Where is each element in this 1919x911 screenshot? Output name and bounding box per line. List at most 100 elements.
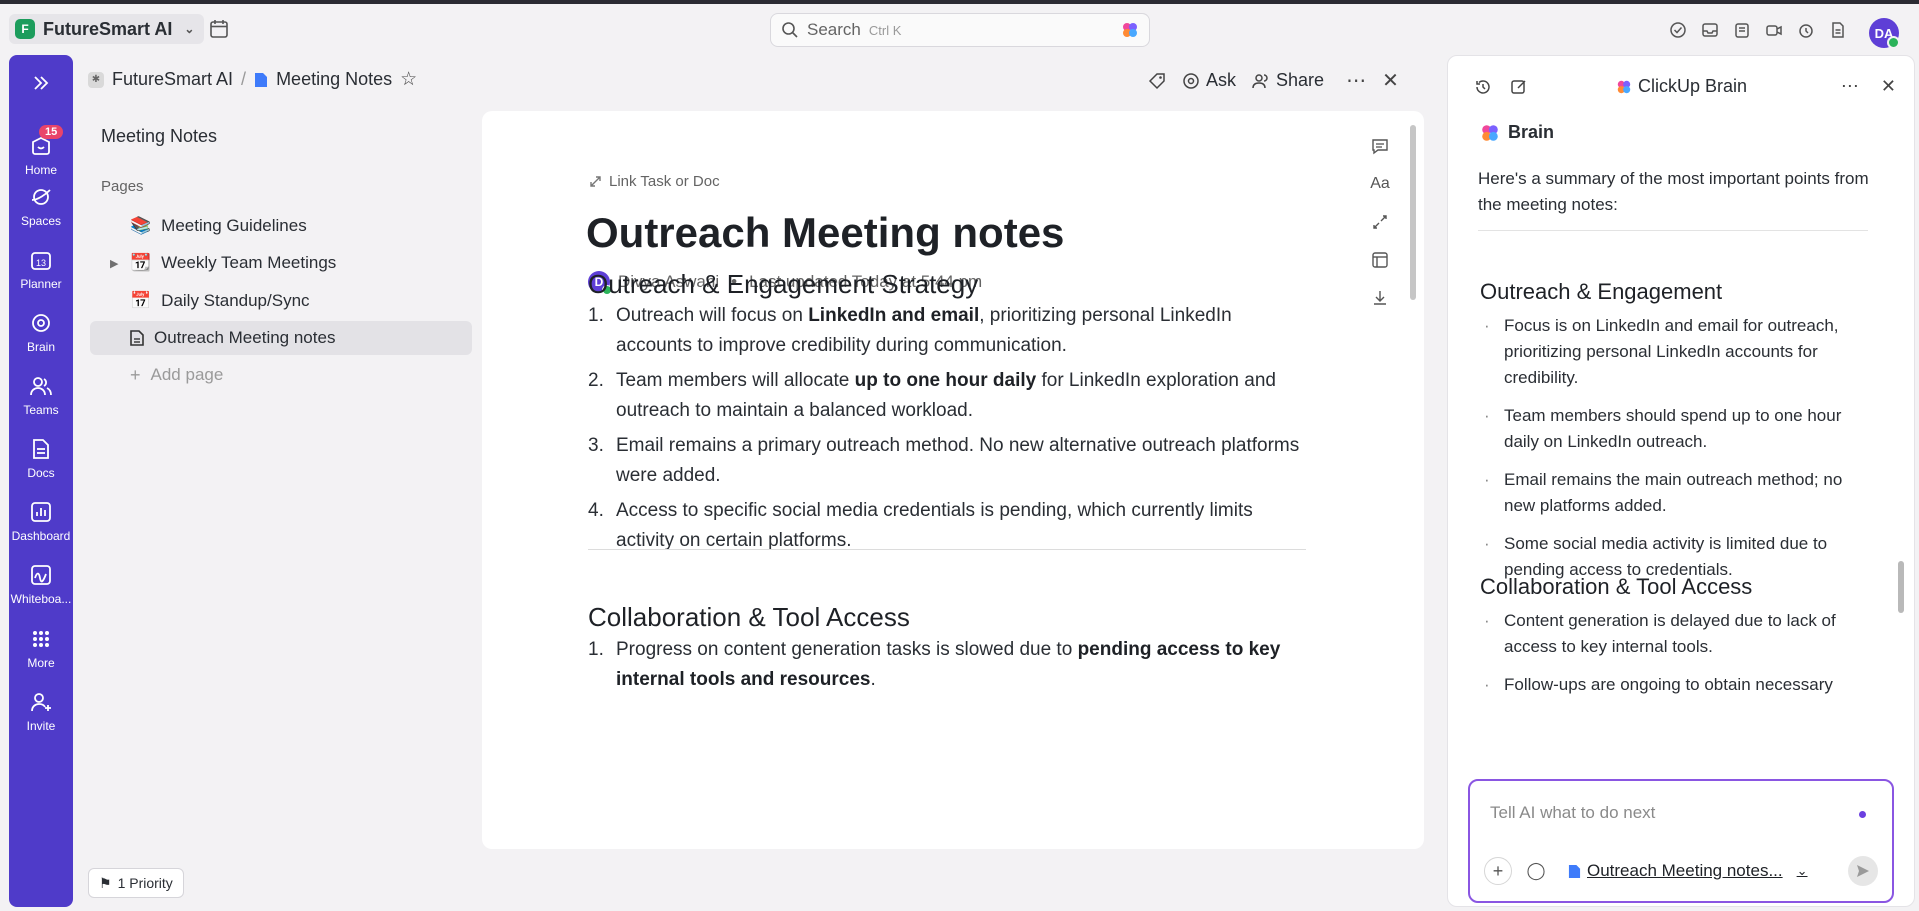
workspace-name: FutureSmart AI (43, 18, 173, 39)
new-chat-icon[interactable] (1510, 78, 1528, 96)
add-page-button[interactable]: + Add page (90, 358, 472, 392)
rail-item-dashboard[interactable]: Dashboard (9, 501, 73, 543)
top-bar: F FutureSmart AI ⌄ Search Ctrl K DA (0, 4, 1919, 54)
rail-item-planner[interactable]: 13 Planner (9, 249, 73, 291)
brain-scrollbar[interactable] (1898, 561, 1904, 613)
layout-icon[interactable] (1370, 251, 1390, 271)
document-icon (130, 330, 144, 346)
rail-item-spaces[interactable]: Spaces (9, 186, 73, 228)
pages-section-label: Pages (101, 178, 144, 195)
document-editor: Aa Link Task or Doc Outreach Meeting not… (482, 111, 1424, 849)
summary-bullet: Follow-ups are ongoing to obtain necessa… (1480, 672, 1860, 698)
brain-icon (32, 314, 50, 332)
comment-icon[interactable] (1370, 137, 1390, 157)
doc-header-actions: Ask Share ⋯ ✕ (1148, 68, 1399, 93)
expand-rail-button[interactable] (9, 73, 73, 99)
summary-intro: Here's a summary of the most important p… (1478, 169, 1869, 214)
docs-icon (33, 439, 49, 459)
rail-item-more[interactable]: More (9, 628, 73, 670)
globe-icon[interactable]: ◯ (1522, 857, 1550, 885)
page-item-daily-standup[interactable]: 📅 Daily Standup/Sync (90, 284, 472, 318)
brain-panel: ClickUp Brain ⋯ ✕ Brain Here's a summary… (1447, 55, 1915, 907)
ai-composer[interactable]: Tell AI what to do next + ◯ Outreach Mee… (1468, 779, 1894, 903)
rail-label: Dashboard (11, 529, 71, 543)
breadcrumb-space[interactable]: FutureSmart AI (112, 69, 233, 90)
double-chevron-right-icon (34, 76, 49, 90)
breadcrumb-doc[interactable]: Meeting Notes (276, 69, 392, 90)
page-item-meeting-guidelines[interactable]: 📚 Meeting Guidelines (90, 209, 472, 243)
document-icon[interactable] (1829, 21, 1847, 39)
expand-triangle-icon[interactable]: ▶ (110, 257, 118, 270)
rail-label: Docs (27, 466, 55, 480)
video-icon[interactable] (1765, 21, 1783, 39)
composer-input[interactable]: Tell AI what to do next (1490, 803, 1655, 823)
page-item-label: Daily Standup/Sync (161, 291, 310, 310)
numbered-list: 1. Progress on content generation tasks i… (588, 635, 1308, 700)
more-options-icon[interactable]: ⋯ (1346, 68, 1366, 93)
rail-item-invite[interactable]: Invite (9, 691, 73, 733)
add-attachment-icon[interactable]: + (1484, 857, 1512, 885)
list-item: 4. Access to specific social media creden… (588, 500, 1253, 551)
brain-header-right: ⋯ ✕ (1841, 76, 1896, 97)
page-item-weekly-team-meetings[interactable]: ▶ 📆 Weekly Team Meetings (90, 246, 472, 280)
notepad-icon[interactable] (1733, 21, 1751, 39)
user-avatar[interactable]: DA (1869, 18, 1900, 49)
rail-item-home[interactable]: 15 Home (9, 125, 73, 177)
ask-button[interactable]: Ask (1182, 70, 1236, 91)
search-placeholder: Search (807, 20, 861, 39)
page-item-label: Meeting Guidelines (161, 216, 307, 235)
brain-logo-icon (1617, 80, 1631, 93)
text-format-icon[interactable]: Aa (1370, 175, 1390, 195)
priority-label: 1 Priority (117, 875, 173, 891)
summary-bullet: Team members should spend up to one hour… (1480, 403, 1860, 455)
rail-label: Brain (26, 340, 55, 354)
add-page-label: Add page (150, 365, 224, 384)
workspace-logo: F (15, 19, 35, 39)
search-bar[interactable]: Search Ctrl K (770, 13, 1150, 47)
svg-text:13: 13 (36, 258, 46, 268)
priority-button[interactable]: ⚑ 1 Priority (88, 868, 184, 898)
ask-label: Ask (1206, 70, 1237, 90)
doc-title[interactable]: Outreach Meeting notes (586, 209, 1064, 257)
space-icon: ✱ (88, 71, 104, 88)
divider (588, 549, 1306, 550)
section-heading: Collaboration & Tool Access (588, 602, 910, 632)
calendar-icon[interactable] (208, 18, 230, 40)
link-icon (590, 176, 601, 187)
brain-header: ClickUp Brain ⋯ ✕ (1448, 56, 1914, 116)
rail-label: Invite (26, 719, 56, 733)
download-icon[interactable] (1370, 289, 1390, 309)
plus-icon: + (130, 364, 141, 385)
page-item-outreach-meeting-notes[interactable]: Outreach Meeting notes (90, 321, 472, 355)
link-expand-icon[interactable] (1370, 213, 1390, 233)
send-button[interactable] (1848, 856, 1878, 886)
task-check-icon[interactable] (1669, 21, 1687, 39)
alarm-clock-icon[interactable] (1797, 21, 1815, 39)
close-icon[interactable]: ✕ (1881, 76, 1896, 97)
section-heading: Outreach & Engagement Strategy (588, 269, 979, 299)
summary-heading: Outreach & Engagement (1480, 279, 1723, 304)
invite-icon (31, 693, 51, 712)
inbox-icon[interactable] (1701, 21, 1719, 39)
tag-icon[interactable] (1148, 72, 1166, 90)
close-icon[interactable]: ✕ (1382, 68, 1399, 93)
more-options-icon[interactable]: ⋯ (1841, 76, 1859, 97)
star-icon[interactable]: ☆ (400, 68, 417, 91)
doc-icon (255, 72, 268, 87)
share-button[interactable]: Share (1252, 70, 1324, 91)
doc-scrollbar[interactable] (1410, 125, 1416, 300)
brain-logo-icon[interactable] (1121, 21, 1139, 39)
workspace-switcher[interactable]: F FutureSmart AI ⌄ (9, 14, 205, 44)
rail-item-docs[interactable]: Docs (9, 438, 73, 480)
summary-bullets: Content generation is delayed due to lac… (1480, 608, 1860, 710)
rail-item-teams[interactable]: Teams (9, 375, 73, 417)
grid-icon (33, 631, 49, 647)
page-item-label: Weekly Team Meetings (161, 253, 337, 272)
brain-header-left (1474, 78, 1528, 96)
doc-toolbar: Aa (1370, 137, 1390, 309)
history-icon[interactable] (1474, 78, 1492, 96)
link-task-button[interactable]: Link Task or Doc (588, 173, 720, 190)
rail-item-brain[interactable]: Brain (9, 312, 73, 354)
context-selector[interactable]: Outreach Meeting notes... ⌄ (1568, 861, 1808, 881)
rail-item-whiteboard[interactable]: Whiteboa... (9, 564, 73, 606)
